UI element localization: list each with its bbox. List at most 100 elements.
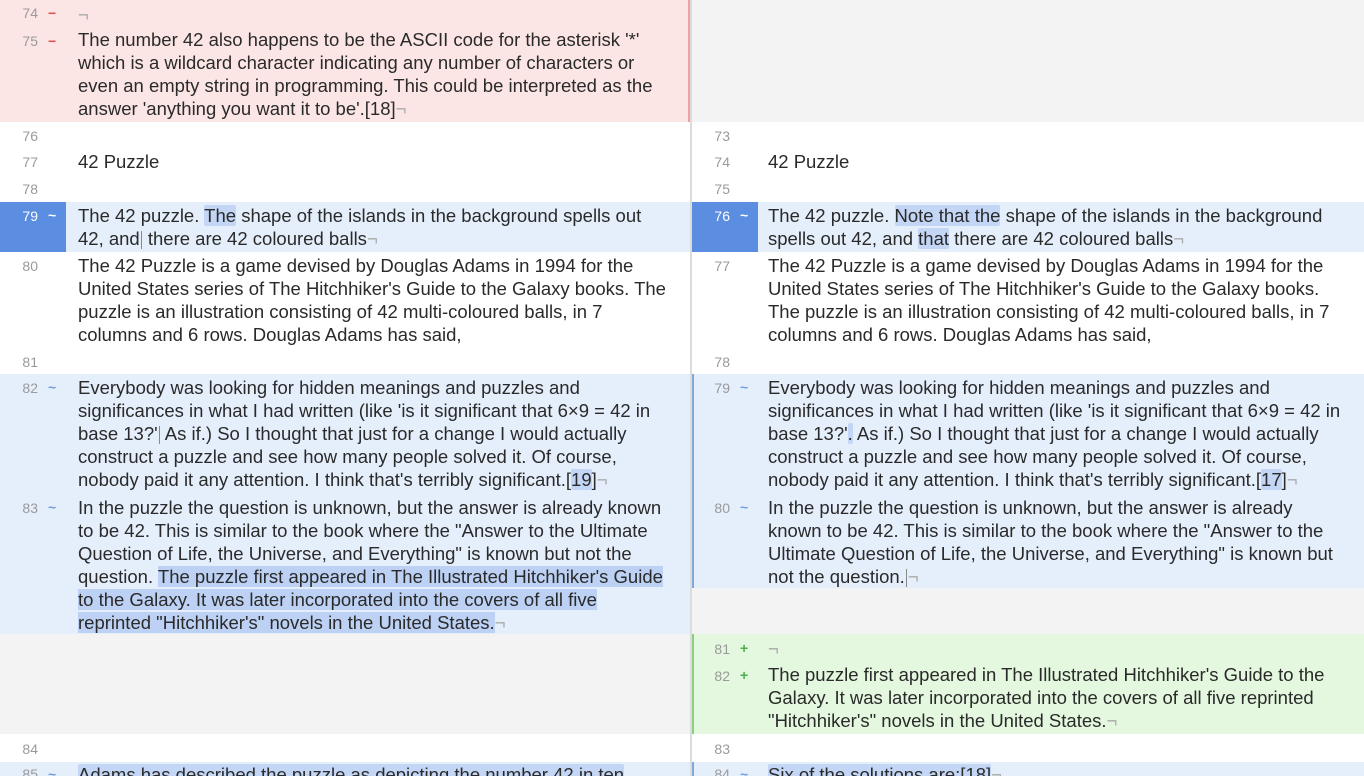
line-text[interactable]: Everybody was looking for hidden meaning… [78,376,672,491]
diff-row-removed[interactable]: 75 − The number 42 also happens to be th… [0,28,690,122]
gutter[interactable]: 79 ~ [692,374,758,494]
diff-row-changed[interactable]: 83 ~ In the puzzle the question is unkno… [0,494,690,634]
inline-change-highlight: The puzzle first appeared in The Illustr… [78,566,663,633]
gutter[interactable]: 74 [692,149,758,176]
diff-row-changed[interactable]: 82 ~ Everybody was looking for hidden me… [0,374,690,494]
line-text[interactable]: In the puzzle the question is unknown, b… [768,496,1344,588]
gutter[interactable]: 77 [692,252,758,348]
line-number: 83 [714,741,730,757]
gutter[interactable]: 76 [0,122,66,149]
line-text[interactable]: 42 Puzzle [78,150,672,173]
diff-row-changed[interactable]: 80 ~ In the puzzle the question is unkno… [692,494,1364,588]
line-text[interactable]: Six of the solutions are:[18]¬ [768,763,1344,776]
line-number: 76 [714,208,730,224]
line-number: 85 [22,766,38,776]
line-text[interactable]: The 42 puzzle. The shape of the islands … [78,204,672,250]
gutter[interactable]: 73 [692,122,758,149]
diff-row[interactable]: 77 42 Puzzle [0,149,690,176]
gutter[interactable]: 78 [692,348,758,374]
right-pane-modified[interactable]: 73 74 42 Puzzle 75 76 ~ The 42 puzzle. N… [692,0,1364,776]
text-cursor [140,231,142,250]
diff-row[interactable]: 73 [692,122,1364,149]
changed-marker-icon: ~ [740,499,749,515]
line-number: 79 [714,380,730,396]
gutter[interactable]: 80 [0,252,66,348]
gutter[interactable]: 83 [692,734,758,762]
gutter[interactable]: 78 [0,176,66,202]
line-text[interactable]: ¬ [768,637,1344,660]
line-number: 80 [714,500,730,516]
line-number: 77 [714,258,730,274]
gutter[interactable]: 82 + [692,662,758,734]
line-text[interactable]: In the puzzle the question is unknown, b… [78,496,672,634]
line-text[interactable]: Everybody was looking for hidden meaning… [768,376,1344,491]
diff-row-added[interactable]: 81 + ¬ [692,634,1364,662]
added-marker-icon: + [740,667,749,683]
gutter[interactable]: 79 ~ [0,202,66,252]
line-number: 73 [714,128,730,144]
line-text[interactable]: Adams has described the puzzle as depict… [78,763,672,776]
line-number: 83 [22,500,38,516]
diff-row[interactable]: 84 [0,734,690,762]
diff-filler-empty [692,588,1364,634]
diff-row-added[interactable]: 82 + The puzzle first appeared in The Il… [692,662,1364,734]
line-text[interactable]: The puzzle first appeared in The Illustr… [768,663,1344,732]
gutter[interactable]: 80 ~ [692,494,758,588]
diff-row-changed[interactable]: 79 ~ Everybody was looking for hidden me… [692,374,1364,494]
line-text[interactable]: 42 Puzzle [768,150,1344,173]
line-number: 84 [714,766,730,776]
line-text[interactable]: ¬ [78,3,672,26]
left-pane-original[interactable]: 74 − ¬ 75 − The number 42 also happens t… [0,0,690,776]
text-cursor [158,426,160,445]
added-marker-icon: + [740,640,749,656]
line-number: 76 [22,128,38,144]
diff-viewer: 74 − ¬ 75 − The number 42 also happens t… [0,0,1364,776]
gutter[interactable]: 82 ~ [0,374,66,494]
line-text[interactable]: The 42 puzzle. Note that the shape of th… [768,204,1344,250]
gutter[interactable]: 75 − [0,28,66,122]
diff-row-removed[interactable]: 74 − ¬ [0,0,690,28]
diff-row[interactable]: 80 The 42 Puzzle is a game devised by Do… [0,252,690,348]
line-number: 84 [22,741,38,757]
gutter[interactable]: 75 [692,176,758,202]
line-text[interactable]: The 42 Puzzle is a game devised by Dougl… [78,254,672,346]
gutter[interactable]: 77 [0,149,66,176]
diff-row[interactable]: 78 [0,176,690,202]
diff-row-changed-selected[interactable]: 79 ~ The 42 puzzle. The shape of the isl… [0,202,690,252]
gutter[interactable]: 81 + [692,634,758,662]
line-number: 75 [22,33,38,49]
removed-marker-icon: − [48,33,57,49]
line-text[interactable]: The number 42 also happens to be the ASC… [78,28,672,120]
gutter[interactable]: 74 − [0,0,66,28]
diff-row[interactable]: 74 42 Puzzle [692,149,1364,176]
line-number: 77 [22,154,38,170]
diff-row[interactable]: 83 [692,734,1364,762]
changed-marker-icon: ~ [740,766,749,776]
gutter[interactable]: 84 [0,734,66,762]
diff-row[interactable]: 75 [692,176,1364,202]
line-number: 81 [714,641,730,657]
diff-row-changed[interactable]: 85 ~ Adams has described the puzzle as d… [0,762,690,776]
diff-row[interactable]: 78 [692,348,1364,374]
gutter[interactable]: 83 ~ [0,494,66,634]
gutter[interactable]: 76 ~ [692,202,758,252]
inline-change-highlight: 19 [571,469,592,490]
removed-marker-icon: − [48,5,57,21]
changed-marker-icon: ~ [48,207,57,223]
gutter[interactable]: 85 ~ [0,762,66,776]
line-number: 82 [22,380,38,396]
line-number: 79 [22,208,38,224]
diff-row-changed-selected[interactable]: 76 ~ The 42 puzzle. Note that the shape … [692,202,1364,252]
diff-row[interactable]: 81 [0,348,690,374]
line-number: 81 [22,354,38,370]
line-number: 82 [714,668,730,684]
changed-marker-icon: ~ [740,379,749,395]
diff-row-changed[interactable]: 84 ~ Six of the solutions are:[18]¬ [692,762,1364,776]
line-text[interactable]: The 42 Puzzle is a game devised by Dougl… [768,254,1344,346]
inline-change-highlight: that [918,228,950,249]
line-number: 78 [22,181,38,197]
gutter[interactable]: 81 [0,348,66,374]
gutter[interactable]: 84 ~ [692,762,758,776]
diff-row[interactable]: 76 [0,122,690,149]
diff-row[interactable]: 77 The 42 Puzzle is a game devised by Do… [692,252,1364,348]
